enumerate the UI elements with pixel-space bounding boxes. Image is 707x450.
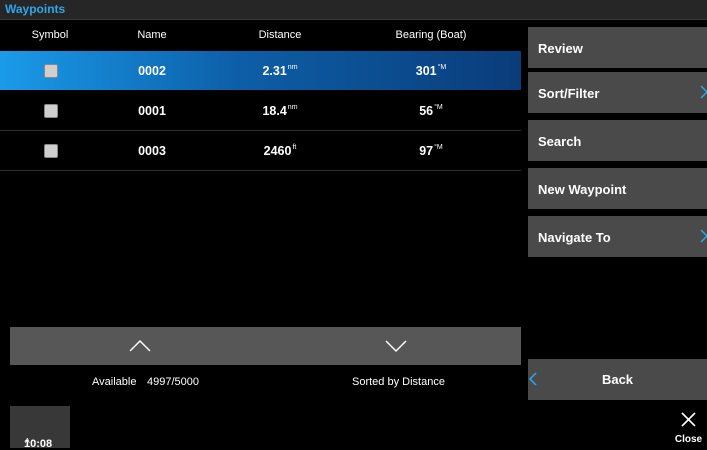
navigate-to-label: Navigate To	[538, 230, 611, 245]
available-label: Available	[92, 376, 137, 388]
close-icon	[681, 412, 696, 427]
search-button[interactable]: Search	[528, 120, 707, 161]
table-row[interactable]: 0003 2460ft 97°M	[0, 131, 521, 171]
sort-filter-button[interactable]: Sort/Filter	[528, 72, 707, 113]
bottom-bar	[0, 404, 707, 448]
sort-filter-label: Sort/Filter	[538, 86, 600, 101]
waypoint-name: 0002	[138, 64, 166, 78]
back-label: Back	[601, 372, 634, 387]
column-header-symbol[interactable]: Symbol	[32, 29, 69, 41]
status-bar: Available 4997/5000 Sorted by Distance	[0, 373, 521, 393]
clock[interactable]: 10:08 A	[10, 406, 70, 450]
navigate-to-button[interactable]: Navigate To	[528, 216, 707, 257]
waypoint-distance: 2.31nm	[262, 64, 298, 78]
close-label: Close	[674, 434, 703, 445]
available-count: 4997/5000	[147, 376, 199, 388]
review-button[interactable]: Review	[528, 27, 707, 68]
new-waypoint-label: New Waypoint	[538, 182, 627, 197]
list-scroll-bar	[10, 327, 521, 365]
waypoint-name: 0001	[138, 104, 166, 118]
symbol-checkbox[interactable]	[44, 104, 58, 118]
waypoint-bearing: 301°M	[415, 64, 447, 78]
waypoint-name: 0003	[138, 144, 166, 158]
column-header-bearing[interactable]: Bearing (Boat)	[396, 29, 467, 41]
symbol-checkbox[interactable]	[44, 64, 58, 78]
table-row[interactable]: 0001 18.4nm 56°M	[0, 91, 521, 131]
chevron-down-icon[interactable]	[384, 335, 408, 357]
search-label: Search	[538, 134, 582, 149]
table-row[interactable]: 0002 2.31nm 301°M	[0, 51, 521, 90]
waypoint-bearing: 56°M	[419, 104, 443, 118]
review-label: Review	[538, 41, 583, 56]
page-title: Waypoints	[5, 2, 66, 16]
symbol-checkbox[interactable]	[44, 144, 58, 158]
title-bar: Waypoints	[0, 0, 707, 20]
column-header-name[interactable]: Name	[137, 29, 166, 41]
chevron-right-icon	[700, 229, 707, 243]
back-button[interactable]: Back	[528, 359, 707, 400]
chevron-up-icon[interactable]	[128, 335, 152, 357]
sort-status: Sorted by Distance	[352, 376, 445, 388]
waypoint-distance: 2460ft	[263, 144, 297, 158]
waypoint-distance: 18.4nm	[262, 104, 298, 118]
column-header-distance[interactable]: Distance	[259, 29, 302, 41]
close-button[interactable]: Close	[670, 406, 707, 448]
chevron-right-icon	[700, 85, 707, 99]
waypoint-list: Symbol Name Distance Bearing (Boat) 0002…	[0, 20, 521, 326]
waypoint-bearing: 97°M	[419, 144, 443, 158]
table-header: Symbol Name Distance Bearing (Boat)	[0, 29, 521, 47]
new-waypoint-button[interactable]: New Waypoint	[528, 168, 707, 209]
